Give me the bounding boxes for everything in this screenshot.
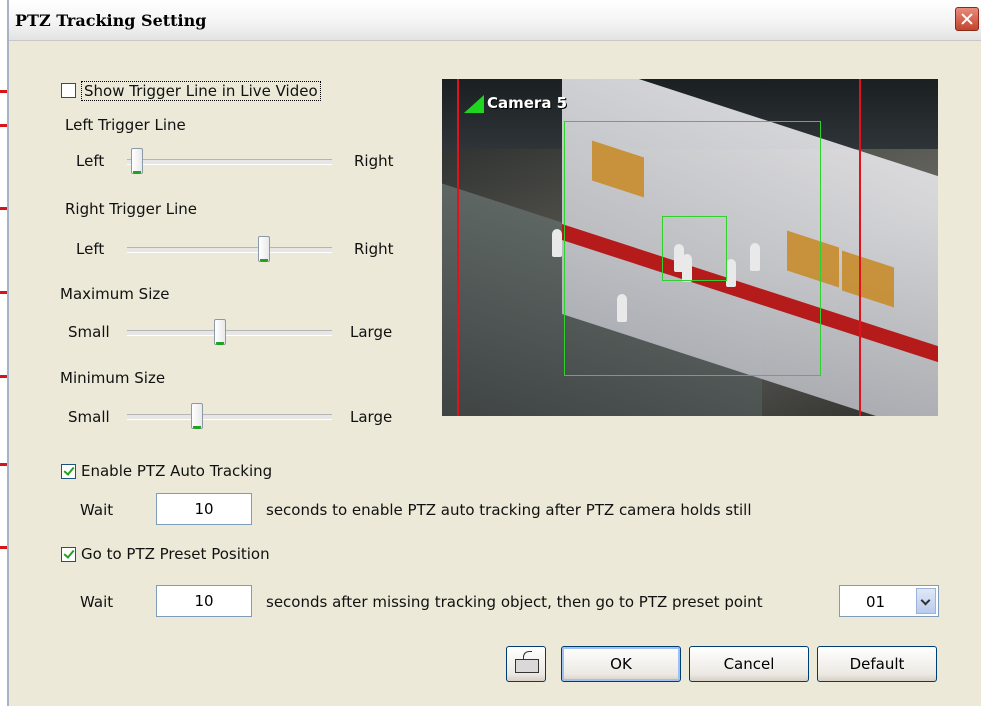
preset-description: seconds after missing tracking object, t… <box>266 593 763 611</box>
auto-tracking-wait-label: Wait <box>80 501 114 519</box>
left-trigger-left-word: Left <box>76 152 105 170</box>
min-size-slider-track[interactable] <box>127 414 332 420</box>
title-bar: PTZ Tracking Setting <box>9 0 981 41</box>
enable-auto-tracking-label: Enable PTZ Auto Tracking <box>81 462 273 480</box>
preset-wait-label: Wait <box>80 593 114 611</box>
left-trigger-right-word: Right <box>354 152 394 170</box>
preset-point-select[interactable]: 01 <box>839 585 939 617</box>
close-icon[interactable] <box>955 7 979 31</box>
right-trigger-line-label: Right Trigger Line <box>65 200 198 218</box>
left-trigger-slider-track[interactable] <box>127 159 332 165</box>
max-size-slider-thumb[interactable] <box>213 319 226 345</box>
max-size-large-word: Large <box>350 323 393 341</box>
go-to-preset-checkbox[interactable] <box>61 547 76 562</box>
minimum-size-box <box>662 216 727 281</box>
camera-indicator-icon <box>464 95 484 113</box>
min-size-slider-thumb[interactable] <box>190 403 203 429</box>
minimum-size-label: Minimum Size <box>60 369 166 387</box>
preset-point-value: 01 <box>866 593 886 611</box>
max-size-slider-track[interactable] <box>127 330 332 336</box>
go-to-preset-label: Go to PTZ Preset Position <box>81 545 270 563</box>
show-trigger-line-checkbox[interactable] <box>61 83 76 98</box>
keyboard-button[interactable] <box>506 646 546 682</box>
right-trigger-right-word: Right <box>354 240 394 258</box>
max-size-small-word: Small <box>68 323 110 341</box>
right-trigger-slider-track[interactable] <box>127 247 332 253</box>
passenger <box>552 229 562 257</box>
min-size-small-word: Small <box>68 408 110 426</box>
show-trigger-line-label: Show Trigger Line in Live Video <box>81 81 321 101</box>
auto-tracking-description: seconds to enable PTZ auto tracking afte… <box>266 501 752 519</box>
min-size-large-word: Large <box>350 408 393 426</box>
cancel-button[interactable]: Cancel <box>689 646 809 682</box>
window-title: PTZ Tracking Setting <box>15 11 207 30</box>
live-video-preview: Camera 5 <box>442 79 938 416</box>
camera-label: Camera 5 <box>487 94 568 112</box>
ptz-tracking-dialog: PTZ Tracking Setting Show Trigger Line i… <box>7 0 981 706</box>
ok-button[interactable]: OK <box>561 646 681 682</box>
auto-tracking-wait-input[interactable]: 10 <box>156 493 252 525</box>
chevron-down-icon[interactable] <box>916 588 936 614</box>
default-button[interactable]: Default <box>817 646 937 682</box>
right-trigger-line <box>859 79 861 416</box>
left-trigger-slider-thumb[interactable] <box>130 148 143 174</box>
maximum-size-label: Maximum Size <box>60 285 170 303</box>
preset-wait-input[interactable]: 10 <box>156 585 252 617</box>
keyboard-icon <box>515 659 539 673</box>
right-trigger-left-word: Left <box>76 240 105 258</box>
left-trigger-line <box>457 79 459 416</box>
enable-auto-tracking-checkbox[interactable] <box>61 464 76 479</box>
left-trigger-line-label: Left Trigger Line <box>65 116 186 134</box>
right-trigger-slider-thumb[interactable] <box>258 236 271 262</box>
